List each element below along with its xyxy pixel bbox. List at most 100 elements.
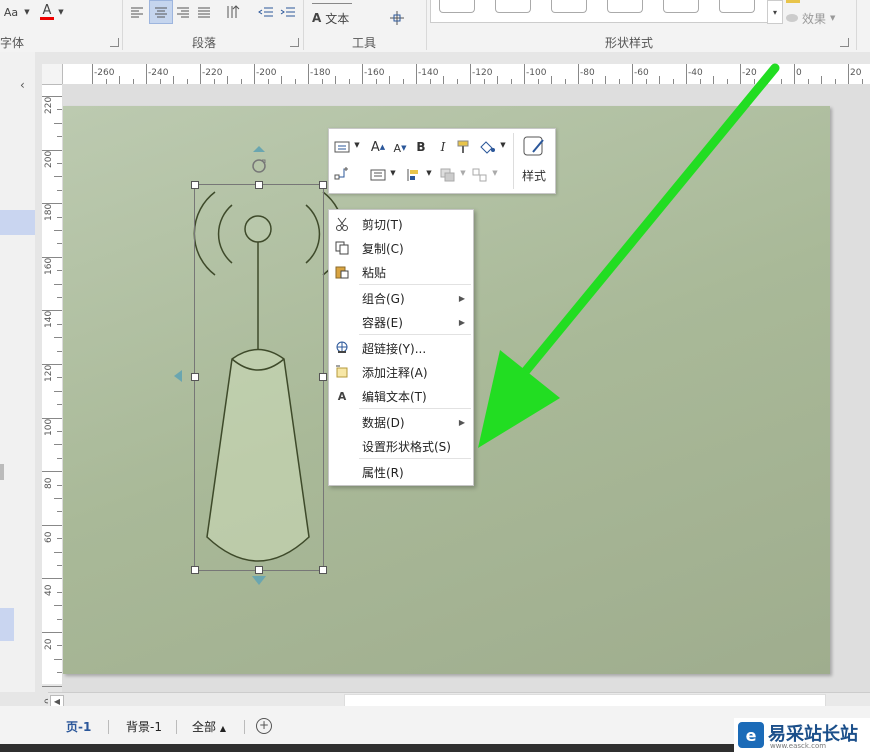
italic-button[interactable]: I bbox=[435, 139, 451, 155]
align-right-icon[interactable] bbox=[174, 2, 192, 22]
ruler-label: 220 bbox=[44, 96, 54, 114]
gallery-more-icon[interactable]: ▾ bbox=[767, 0, 783, 24]
tab-background-1[interactable]: 背景-1 bbox=[126, 718, 162, 735]
align-center-icon[interactable] bbox=[149, 0, 173, 24]
ruler-label: 160 bbox=[44, 257, 54, 275]
dialog-launcher-icon[interactable] bbox=[110, 38, 119, 47]
resize-handle[interactable] bbox=[255, 566, 263, 574]
text-tool-button[interactable]: A 文本 bbox=[312, 8, 362, 28]
resize-handle[interactable] bbox=[191, 373, 199, 381]
text-edit-icon: A bbox=[337, 389, 347, 403]
menu-separator bbox=[359, 284, 471, 285]
menu-item-format-shape[interactable]: 设置形状格式(S) bbox=[329, 434, 473, 458]
style-swatch[interactable] bbox=[719, 0, 755, 13]
menu-item-hyperlink[interactable]: 超链接(Y)... bbox=[329, 336, 473, 360]
ruler-tick bbox=[92, 64, 93, 84]
horizontal-scrollbar[interactable]: ◀ bbox=[48, 692, 870, 707]
decrease-indent-icon[interactable] bbox=[256, 2, 276, 22]
resize-handle[interactable] bbox=[319, 181, 327, 189]
ruler-label: -140 bbox=[418, 68, 439, 78]
text-tool-icon: A bbox=[312, 11, 322, 25]
ruler-label: -180 bbox=[310, 68, 331, 78]
ruler-label: 100 bbox=[44, 418, 54, 436]
ruler-corner bbox=[42, 64, 63, 85]
menu-item-label: 超链接(Y)... bbox=[362, 341, 427, 356]
rotate-handle-icon[interactable] bbox=[249, 144, 269, 174]
style-swatch[interactable] bbox=[551, 0, 587, 13]
auto-connect-down-icon[interactable] bbox=[250, 574, 268, 588]
align-text-icon[interactable] bbox=[369, 167, 387, 183]
menu-item-label: 编辑文本(T) bbox=[362, 389, 427, 404]
ruler-label: 180 bbox=[44, 204, 54, 222]
chevron-down-icon[interactable]: ▼ bbox=[353, 141, 361, 149]
style-swatch[interactable] bbox=[663, 0, 699, 13]
font-size-label: Aa bbox=[3, 5, 19, 19]
ruler-tick bbox=[200, 64, 201, 84]
menu-item-copy[interactable]: 复制(C) bbox=[329, 236, 473, 260]
align-left-icon[interactable] bbox=[128, 2, 146, 22]
position-icon[interactable] bbox=[405, 167, 423, 183]
divider bbox=[108, 720, 109, 734]
selected-shape-item[interactable] bbox=[0, 608, 14, 641]
shape-style-gallery bbox=[430, 0, 768, 23]
ruler-tick bbox=[794, 64, 795, 84]
divider bbox=[122, 0, 123, 50]
dialog-launcher-icon[interactable] bbox=[290, 38, 299, 47]
menu-item-data[interactable]: 数据(D) ▶ bbox=[329, 410, 473, 434]
style-swatch[interactable] bbox=[495, 0, 531, 13]
menu-item-add-comment[interactable]: 添加注释(A) bbox=[329, 360, 473, 384]
divider bbox=[426, 0, 427, 50]
resize-handle[interactable] bbox=[319, 373, 327, 381]
style-swatch[interactable] bbox=[607, 0, 643, 13]
vertical-ruler: 220200180160140120100806040200 bbox=[42, 84, 63, 704]
effects-button[interactable]: 效果 ▼ bbox=[786, 8, 856, 28]
add-page-icon[interactable]: + bbox=[256, 718, 272, 734]
style-swatch[interactable] bbox=[439, 0, 475, 13]
bring-forward-icon[interactable] bbox=[439, 167, 457, 183]
tab-page-1[interactable]: 页-1 bbox=[66, 718, 91, 735]
chevron-down-icon[interactable]: ▼ bbox=[389, 169, 397, 177]
chevron-down-icon[interactable]: ▼ bbox=[425, 169, 433, 177]
menu-item-cut[interactable]: 剪切(T) bbox=[329, 212, 473, 236]
chevron-down-icon[interactable]: ▼ bbox=[24, 2, 30, 22]
comment-icon bbox=[334, 364, 350, 380]
increase-indent-icon[interactable] bbox=[278, 2, 298, 22]
font-color-button[interactable]: A bbox=[36, 2, 58, 22]
menu-item-group[interactable]: 组合(G) ▶ bbox=[329, 286, 473, 310]
ruler-label: 200 bbox=[44, 150, 54, 168]
bold-button[interactable]: B bbox=[413, 139, 429, 155]
divider bbox=[244, 720, 245, 734]
ruler-tick bbox=[42, 685, 62, 687]
menu-item-edit-text[interactable]: A 编辑文本(T) bbox=[329, 384, 473, 408]
justify-icon[interactable] bbox=[195, 2, 213, 22]
menu-item-properties[interactable]: 属性(R) bbox=[329, 460, 473, 484]
tab-all-pages[interactable]: 全部 ▲ bbox=[192, 718, 226, 735]
font-size-button[interactable]: Aa bbox=[0, 2, 22, 22]
resize-handle[interactable] bbox=[191, 566, 199, 574]
ruler-label: -240 bbox=[148, 68, 169, 78]
selected-stencil[interactable] bbox=[0, 210, 35, 235]
menu-item-container[interactable]: 容器(E) ▶ bbox=[329, 310, 473, 334]
shrink-font-label: A bbox=[393, 141, 402, 155]
menu-item-label: 添加注释(A) bbox=[362, 365, 428, 380]
menu-item-paste[interactable]: 粘贴 bbox=[329, 260, 473, 284]
auto-connect-left-icon[interactable] bbox=[172, 368, 184, 384]
fill-button-partial[interactable] bbox=[786, 0, 826, 6]
shrink-font-button[interactable]: A ▼ bbox=[391, 140, 409, 156]
collapse-pane-icon[interactable]: ‹ bbox=[20, 78, 25, 92]
ruler-minor-tick bbox=[173, 76, 174, 84]
resize-handle[interactable] bbox=[319, 566, 327, 574]
brand-logo-icon: e bbox=[738, 722, 764, 748]
text-direction-icon[interactable] bbox=[224, 2, 244, 22]
resize-handle[interactable] bbox=[255, 181, 263, 189]
text-block-icon[interactable] bbox=[333, 139, 351, 155]
dialog-launcher-icon[interactable] bbox=[840, 38, 849, 47]
selection-box bbox=[194, 184, 324, 571]
chevron-down-icon[interactable]: ▼ bbox=[58, 2, 64, 22]
ruler-minor-tick bbox=[335, 76, 336, 84]
font-color-label: A bbox=[42, 2, 52, 18]
resize-handle[interactable] bbox=[191, 181, 199, 189]
grow-font-button[interactable]: A ▲ bbox=[369, 139, 387, 155]
connection-point-icon[interactable] bbox=[386, 8, 408, 28]
connector-icon[interactable] bbox=[333, 165, 351, 181]
